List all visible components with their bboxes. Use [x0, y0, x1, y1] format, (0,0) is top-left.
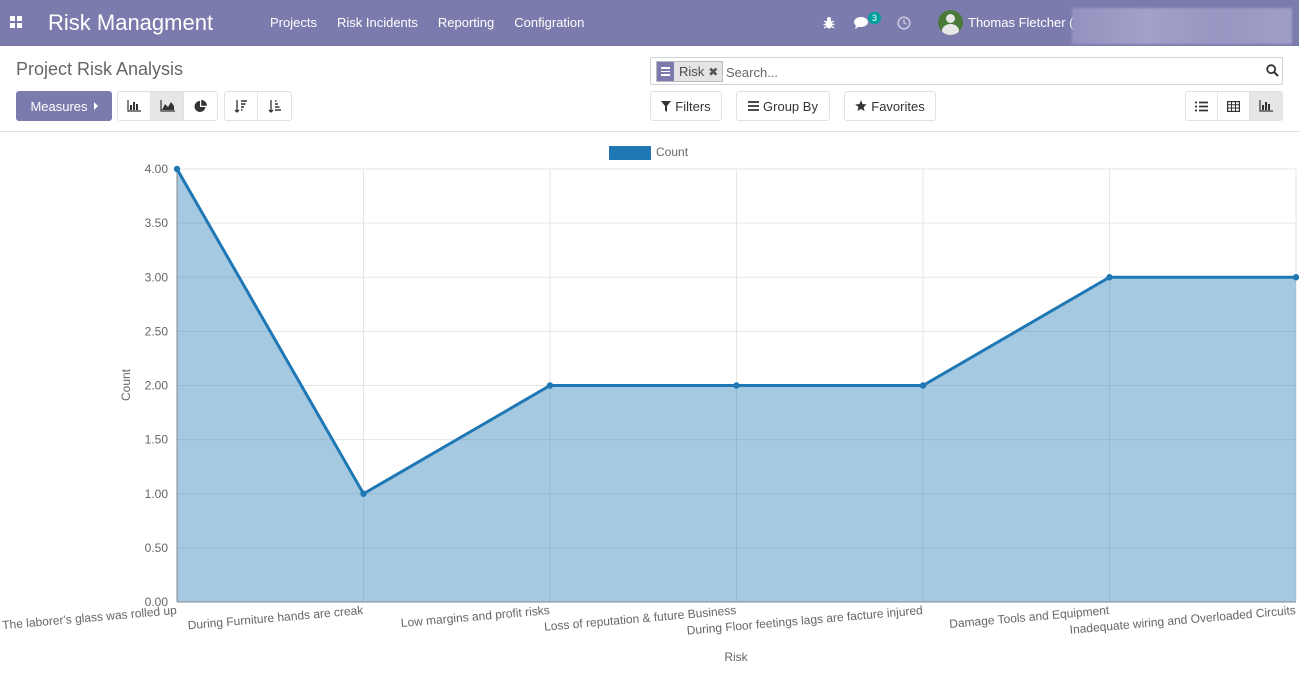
search-input[interactable]: [726, 63, 1246, 81]
menu-item-risk-incidents[interactable]: Risk Incidents: [337, 15, 418, 30]
pie-chart-icon: [194, 99, 207, 112]
chat-badge: 3: [868, 12, 882, 24]
measures-label: Measures: [30, 98, 88, 114]
y-tick-label: 3.00: [145, 270, 169, 284]
data-point[interactable]: [1106, 274, 1113, 281]
caret-right-icon: [93, 102, 98, 110]
favorites-label: Favorites: [871, 98, 925, 114]
sort-ascending-icon: [268, 100, 281, 113]
group-by-icon: [657, 62, 674, 81]
filters-button[interactable]: Filters: [650, 91, 722, 121]
star-icon: [855, 100, 867, 112]
remove-facet-icon[interactable]: ✖: [708, 65, 722, 79]
pie-chart-mode-button[interactable]: [184, 92, 217, 120]
list-icon: [1195, 101, 1208, 111]
y-tick-labels: 0.000.501.001.502.002.503.003.504.00: [145, 162, 169, 609]
data-point[interactable]: [919, 382, 927, 389]
blurred-user-info: [1072, 8, 1292, 44]
line-chart: 0.000.501.001.502.002.503.003.504.00 The…: [2, 145, 1299, 664]
user-name[interactable]: Thomas Fletcher (: [968, 15, 1073, 30]
data-point[interactable]: [733, 382, 740, 389]
filter-icon: [661, 100, 672, 112]
y-tick-label: 4.00: [145, 162, 169, 176]
sort-ascending-button[interactable]: [258, 92, 291, 120]
menu-item-projects[interactable]: Projects: [270, 15, 317, 30]
sort-descending-button[interactable]: [225, 92, 258, 120]
menu-item-configration[interactable]: Configration: [514, 15, 584, 30]
menu-item-reporting[interactable]: Reporting: [438, 15, 494, 30]
pivot-view-button[interactable]: [1218, 92, 1250, 120]
line-chart-mode-button[interactable]: [151, 92, 184, 120]
main-menu: Projects Risk Incidents Reporting Config…: [270, 15, 584, 30]
filters-label: Filters: [675, 98, 711, 114]
x-axis-title: Risk: [724, 650, 748, 664]
sort-group: [224, 91, 292, 121]
bug-icon[interactable]: [822, 0, 836, 46]
x-tick-label: During Furniture hands are creak: [187, 603, 365, 632]
y-axis-title: Count: [119, 368, 133, 401]
top-navbar: Risk Managment Projects Risk Incidents R…: [0, 0, 1299, 46]
group-by-label: Group By: [763, 98, 818, 114]
legend-swatch[interactable]: [609, 146, 651, 160]
sort-descending-icon: [234, 100, 247, 113]
x-tick-label: The laborer's glass was rolled up: [2, 603, 178, 632]
graph-view-button[interactable]: [1250, 92, 1282, 120]
favorites-button[interactable]: Favorites: [844, 91, 936, 121]
chat-icon[interactable]: 3: [854, 0, 882, 46]
legend-label[interactable]: Count: [656, 145, 689, 159]
data-point[interactable]: [173, 165, 181, 173]
bar-chart-icon: [127, 100, 141, 112]
y-tick-label: 1.50: [145, 433, 169, 447]
table-icon: [1227, 100, 1240, 112]
list-view-button[interactable]: [1186, 92, 1218, 120]
bars-icon: [748, 101, 760, 111]
data-point[interactable]: [546, 382, 554, 389]
clock-icon[interactable]: [897, 0, 911, 46]
app-switcher-icon[interactable]: [10, 16, 23, 28]
facet-value: Risk: [679, 64, 705, 79]
bar-chart-icon: [1259, 100, 1273, 112]
chart-mode-group: [117, 91, 218, 121]
measures-button[interactable]: Measures: [16, 91, 112, 121]
search-bar: Risk ✖: [650, 57, 1283, 85]
page-title: Project Risk Analysis: [16, 59, 184, 79]
search-facet-groupby[interactable]: Risk ✖: [656, 61, 724, 82]
y-tick-label: 0.50: [145, 541, 169, 555]
view-switcher: [1185, 91, 1283, 121]
data-point[interactable]: [360, 490, 367, 497]
y-tick-label: 1.00: [145, 487, 169, 501]
area-chart-icon: [159, 100, 175, 112]
search-icon[interactable]: [1266, 64, 1279, 77]
bar-chart-mode-button[interactable]: [118, 92, 151, 120]
x-tick-labels: The laborer's glass was rolled up During …: [2, 603, 1297, 638]
y-tick-label: 3.50: [145, 216, 169, 230]
group-by-button[interactable]: Group By: [736, 91, 830, 121]
y-tick-label: 2.50: [145, 324, 169, 338]
x-tick-label: Low margins and profit risks: [400, 603, 550, 630]
y-tick-label: 2.00: [145, 379, 169, 393]
app-brand[interactable]: Risk Managment: [48, 10, 213, 36]
data-point[interactable]: [1292, 274, 1299, 281]
user-avatar[interactable]: [938, 10, 963, 35]
graph-view: 0.00 0.50 1.00 1.50 2.00 2.50 3.00 3.50 4.00 The…: [0, 132, 1299, 669]
